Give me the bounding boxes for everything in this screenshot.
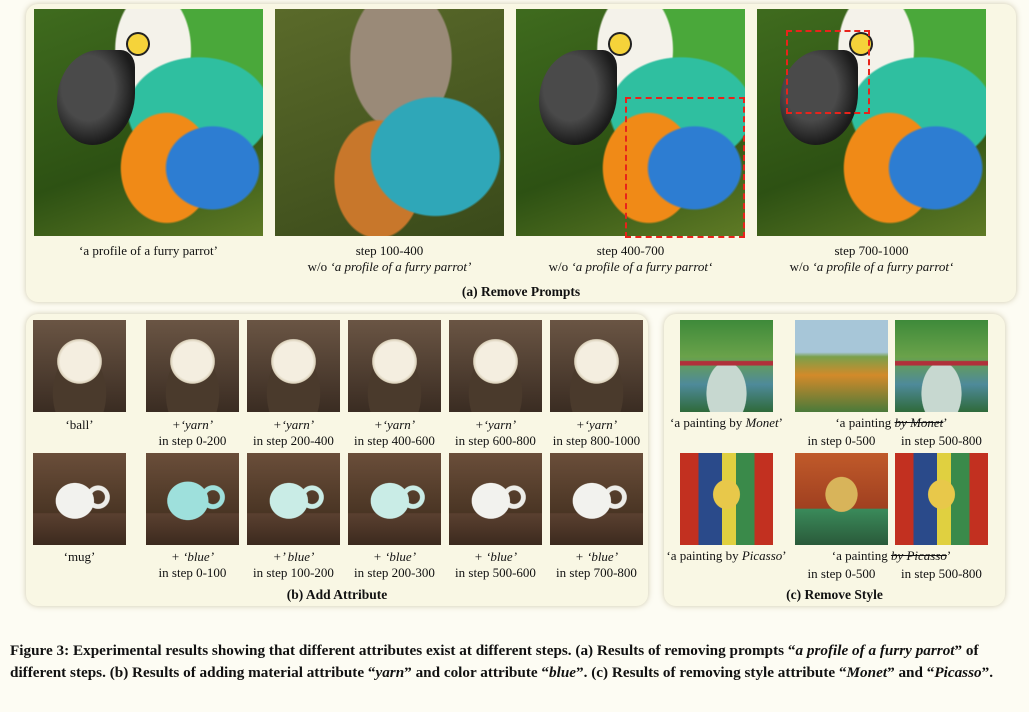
caption-a-step-700-1000: step 700-1000 w/o ‘a profile of a furry p…: [789, 243, 954, 274]
caption-a-step-100-400: step 100-400 w/o ‘a profile of a furry pa…: [307, 243, 472, 274]
mug-image-blue-700-800: [550, 453, 643, 545]
mug-image-blue-500-600: [449, 453, 542, 545]
caption-monet-step-0-500: in step 0-500: [807, 433, 876, 448]
panel-b-title: (b) Add Attribute: [286, 587, 388, 602]
caption-monet-base: ‘a painting by Monet’: [669, 415, 784, 430]
caption-a-original: ‘a profile of a furry parrot’: [79, 243, 218, 258]
caption-picasso-base: ‘a painting by Picasso’: [666, 548, 787, 563]
caption-picasso-step-500-800: in step 500-800: [901, 566, 982, 581]
ball-image-yarn-0-200: [146, 320, 239, 412]
ball-image-yarn-600-800: [449, 320, 542, 412]
caption-blue-200-300: + ‘blue’ in step 200-300: [354, 549, 435, 580]
panel-c-title: (c) Remove Style: [786, 587, 883, 602]
mug-image-base: [33, 453, 126, 545]
ball-image-yarn-400-600: [348, 320, 441, 412]
caption-ball-base: ‘ball’: [65, 417, 94, 432]
caption-yarn-0-200: +‘yarn’ in step 0-200: [158, 417, 227, 448]
mug-image-blue-0-100: [146, 453, 239, 545]
picasso-image-step-500-800: [895, 453, 988, 545]
caption-yarn-800-1000: +‘yarn’ in step 800-1000: [552, 417, 641, 448]
ball-image-yarn-800-1000: [550, 320, 643, 412]
picasso-image-base: [680, 453, 773, 545]
caption-blue-700-800: + ‘blue’ in step 700-800: [556, 549, 637, 580]
highlight-box-body: [625, 97, 745, 238]
highlight-box-face: [786, 30, 870, 114]
caption-blue-500-600: + ‘blue’ in step 500-600: [455, 549, 536, 580]
ball-image-yarn-200-400: [247, 320, 340, 412]
caption-mug-base: ‘mug’: [63, 549, 96, 564]
caption-picasso-removed: ‘a painting by Picasso’: [831, 548, 952, 563]
caption-blue-100-200: +’ blue’ in step 100-200: [253, 549, 334, 580]
caption-yarn-600-800: +‘yarn’ in step 600-800: [455, 417, 536, 448]
caption-picasso-step-0-500: in step 0-500: [807, 566, 876, 581]
caption-yarn-400-600: +‘yarn’ in step 400-600: [354, 417, 435, 448]
caption-monet-step-500-800: in step 500-800: [901, 433, 982, 448]
monet-image-step-0-500: [795, 320, 888, 412]
ball-image-base: [33, 320, 126, 412]
panel-a-title: (a) Remove Prompts: [461, 284, 581, 299]
picasso-image-step-0-500: [795, 453, 888, 545]
mug-image-blue-200-300: [348, 453, 441, 545]
caption-a-step-400-700: step 400-700 w/o ‘a profile of a furry pa…: [548, 243, 713, 274]
monet-image-step-500-800: [895, 320, 988, 412]
caption-blue-0-100: + ‘blue’ in step 0-100: [158, 549, 227, 580]
caption-monet-removed: ‘a painting by Monet’: [835, 415, 948, 430]
figure-caption: Figure 3: Experimental results showing t…: [10, 642, 993, 681]
caption-yarn-200-400: +‘yarn’ in step 200-400: [253, 417, 334, 448]
parrot-image-step-100-400: [275, 9, 504, 236]
mug-image-blue-100-200: [247, 453, 340, 545]
monet-image-base: [680, 320, 773, 412]
parrot-image-original: [34, 9, 263, 236]
